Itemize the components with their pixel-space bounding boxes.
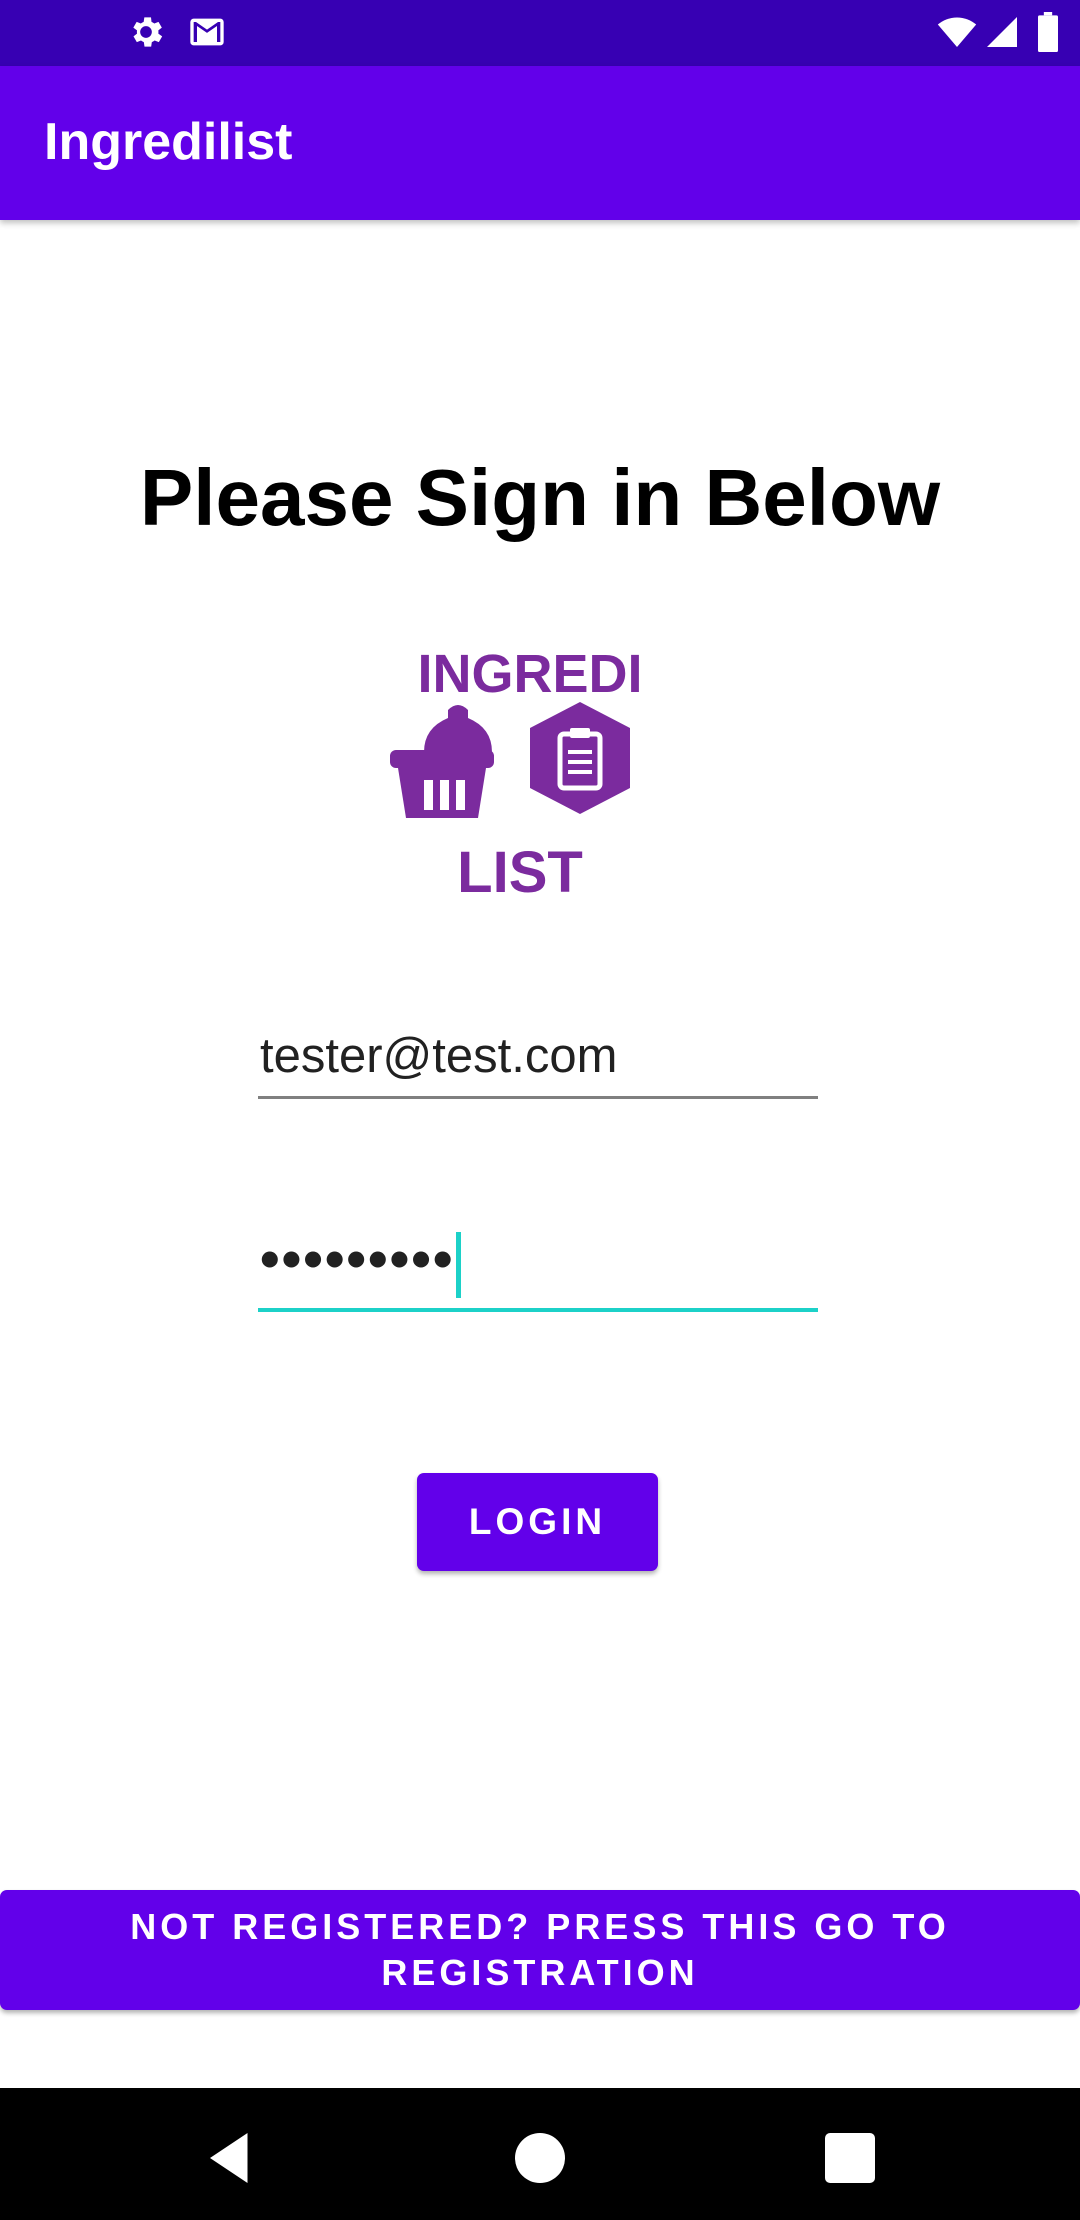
- logo-top-text: INGREDI: [417, 644, 642, 704]
- navigation-bar: [0, 2088, 1080, 2220]
- login-button[interactable]: LOGIN: [417, 1473, 658, 1571]
- clipboard-icon: [530, 702, 630, 814]
- settings-icon: [133, 17, 163, 47]
- status-bar: [0, 0, 1080, 66]
- app-bar: Ingredilist: [0, 66, 1080, 220]
- basket-icon: [390, 705, 494, 818]
- app-title: Ingredilist: [44, 113, 293, 171]
- email-value: tester@test.com: [260, 1029, 618, 1083]
- email-field[interactable]: tester@test.com: [258, 1020, 818, 1099]
- password-value: •••••••••: [260, 1226, 455, 1290]
- battery-icon: [1038, 12, 1058, 52]
- home-icon[interactable]: [510, 2128, 570, 2188]
- password-field[interactable]: •••••••••: [258, 1228, 818, 1312]
- page-heading: Please Sign in Below: [139, 453, 941, 542]
- text-cursor: [456, 1232, 462, 1298]
- wifi-icon: [937, 17, 977, 47]
- recents-icon[interactable]: [820, 2128, 880, 2188]
- gmail-icon: [190, 18, 224, 46]
- signal-icon: [987, 17, 1017, 47]
- ingredilist-logo: INGREDI LIST: [390, 644, 643, 905]
- logo-bottom-text: LIST: [457, 840, 583, 905]
- back-icon[interactable]: [200, 2128, 260, 2188]
- register-button[interactable]: NOT REGISTERED? PRESS THIS GO TO REGISTR…: [0, 1890, 1080, 2010]
